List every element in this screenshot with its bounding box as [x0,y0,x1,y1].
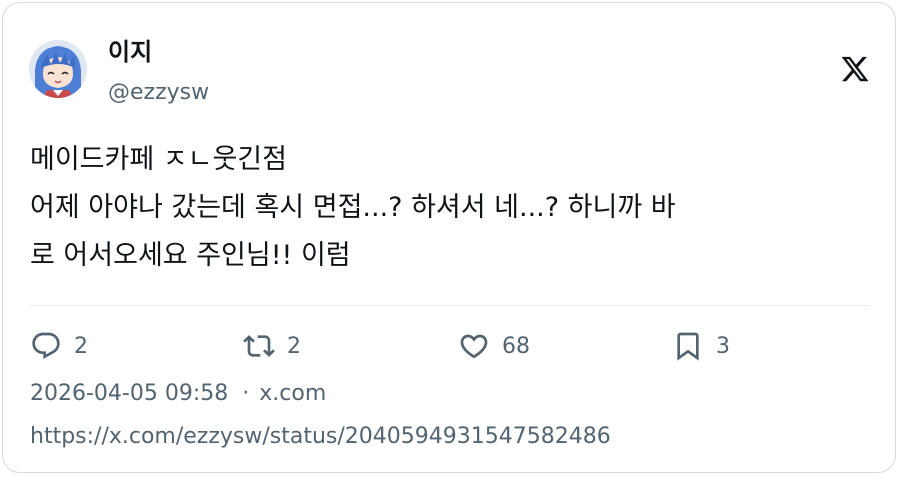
status-url[interactable]: https://x.com/ezzysw/status/204059493154… [30,423,611,451]
tweet-line: 어제 아야나 갔는데 혹시 면접...? 하셔서 네...? 하니까 바 [30,192,676,223]
timestamp[interactable]: 2026-04-05 09:58 [30,381,228,406]
reply-button[interactable]: 2 [30,330,88,362]
retweet-count: 2 [287,333,301,359]
bookmark-button[interactable]: 3 [672,330,730,362]
tweet-line: 로 어서오세요 주인님!! 이럼 [30,240,351,271]
like-count: 68 [502,333,530,359]
tweet-meta: 2026-04-05 09:58 · x.com [30,380,326,408]
x-logo-icon[interactable] [840,54,870,84]
reply-icon [32,332,60,359]
meta-separator: · [242,381,250,406]
bookmark-count: 3 [716,333,730,359]
tweet-line: 메이드카페 ㅈㄴ웃긴점 [30,144,287,175]
reply-count: 2 [74,333,88,359]
user-handle[interactable]: @ezzysw [108,79,209,107]
source-link[interactable]: x.com [259,381,326,406]
retweet-button[interactable]: 2 [243,330,301,362]
tweet-text: 메이드카페 ㅈㄴ웃긴점 어제 아야나 갔는데 혹시 면접...? 하셔서 네..… [30,136,676,280]
divider [30,305,870,306]
heart-icon [460,334,488,359]
retweet-icon [243,335,275,357]
display-name[interactable]: 이지 [108,37,152,67]
bookmark-icon [677,332,699,361]
like-button[interactable]: 68 [458,330,530,362]
anime-avatar-icon[interactable] [29,40,87,98]
